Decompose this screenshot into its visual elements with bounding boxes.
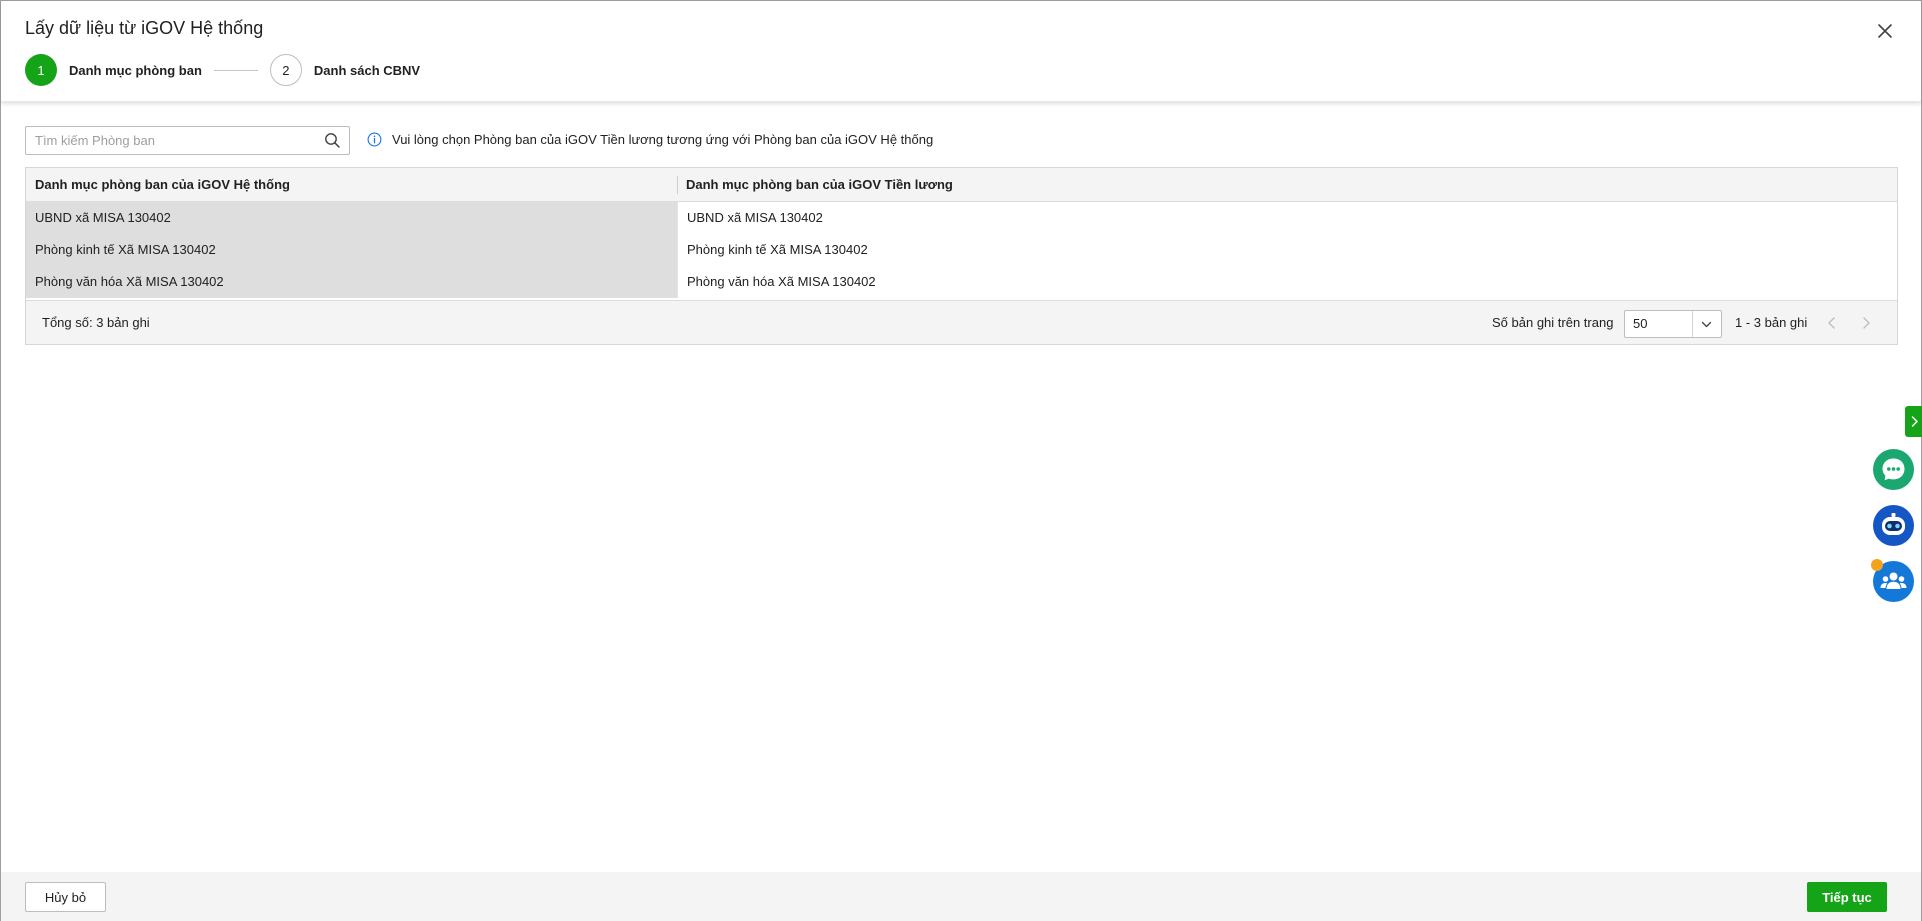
chevron-right-icon [1911,416,1918,427]
chat-bubble-icon [1882,458,1905,481]
cell-payroll-department[interactable]: Phòng kinh tế Xã MISA 130402 [677,234,1897,266]
close-button[interactable] [1872,18,1898,44]
cell-payroll-department[interactable]: UBND xã MISA 130402 [677,202,1897,234]
table-header: Danh mục phòng ban của iGOV Hệ thống Dan… [26,168,1897,202]
step-2-indicator: 2 [269,54,302,86]
dialog-footer: Hủy bỏ Tiếp tục [1,872,1921,921]
notification-dot [1871,559,1883,571]
step-2-label: Danh sách CBNV [313,62,421,78]
step-1-label: Danh mục phòng ban [69,62,202,78]
side-panel-toggle[interactable] [1905,406,1922,437]
table-row[interactable]: UBND xã MISA 130402 UBND xã MISA 130402 [26,202,1897,234]
chat-support-button[interactable] [1873,449,1914,490]
page-size-select[interactable]: 50 [1624,310,1722,338]
page-range: 1 - 3 bản ghi [1735,315,1808,330]
table-footer: Tổng số: 3 bản ghi Số bản ghi trên trang… [26,300,1897,344]
close-icon [1878,24,1892,38]
dialog-header: Lấy dữ liệu từ iGOV Hệ thống 1 Danh mục … [1,1,1921,102]
ai-assistant-button[interactable] [1873,505,1914,546]
info-icon [367,132,382,147]
info-text: Vui lòng chọn Phòng ban của iGOV Tiền lư… [392,132,934,147]
step-connector [213,69,258,71]
dialog-title: Lấy dữ liệu từ iGOV Hệ thống [25,18,264,38]
page-size-value: 50 [1633,316,1648,331]
chevron-right-icon[interactable] [1857,314,1875,332]
column-header-system[interactable]: Danh mục phòng ban của iGOV Hệ thống [26,168,677,202]
chevron-down-icon[interactable] [1700,318,1713,331]
search-icon[interactable] [324,132,341,149]
cancel-button[interactable]: Hủy bỏ [25,882,106,912]
info-message: Vui lòng chọn Phòng ban của iGOV Tiền lư… [367,132,933,147]
department-search [25,126,350,155]
continue-button[interactable]: Tiếp tục [1807,882,1887,912]
chevron-left-icon[interactable] [1823,314,1841,332]
table-row[interactable]: Phòng kinh tế Xã MISA 130402 Phòng kinh … [26,234,1897,266]
select-divider [1692,311,1693,337]
total-records: Tổng số: 3 bản ghi [42,315,150,330]
cell-system-department: Phòng kinh tế Xã MISA 130402 [26,234,677,266]
stepper: 1 Danh mục phòng ban 2 Danh sách CBNV [25,54,420,86]
search-input[interactable] [26,127,316,154]
robot-icon [1882,513,1905,535]
cell-system-department: UBND xã MISA 130402 [26,202,677,234]
cell-payroll-department[interactable]: Phòng văn hóa Xã MISA 130402 [677,266,1897,298]
import-dialog: Lấy dữ liệu từ iGOV Hệ thống 1 Danh mục … [0,0,1922,921]
cell-system-department: Phòng văn hóa Xã MISA 130402 [26,266,677,298]
per-page-label: Số bản ghi trên trang [1492,315,1614,330]
step-1-indicator: 1 [25,54,57,86]
column-header-payroll[interactable]: Danh mục phòng ban của iGOV Tiền lương [677,168,1897,202]
table-row[interactable]: Phòng văn hóa Xã MISA 130402 Phòng văn h… [26,266,1897,298]
department-mapping-table: Danh mục phòng ban của iGOV Hệ thống Dan… [25,167,1898,345]
